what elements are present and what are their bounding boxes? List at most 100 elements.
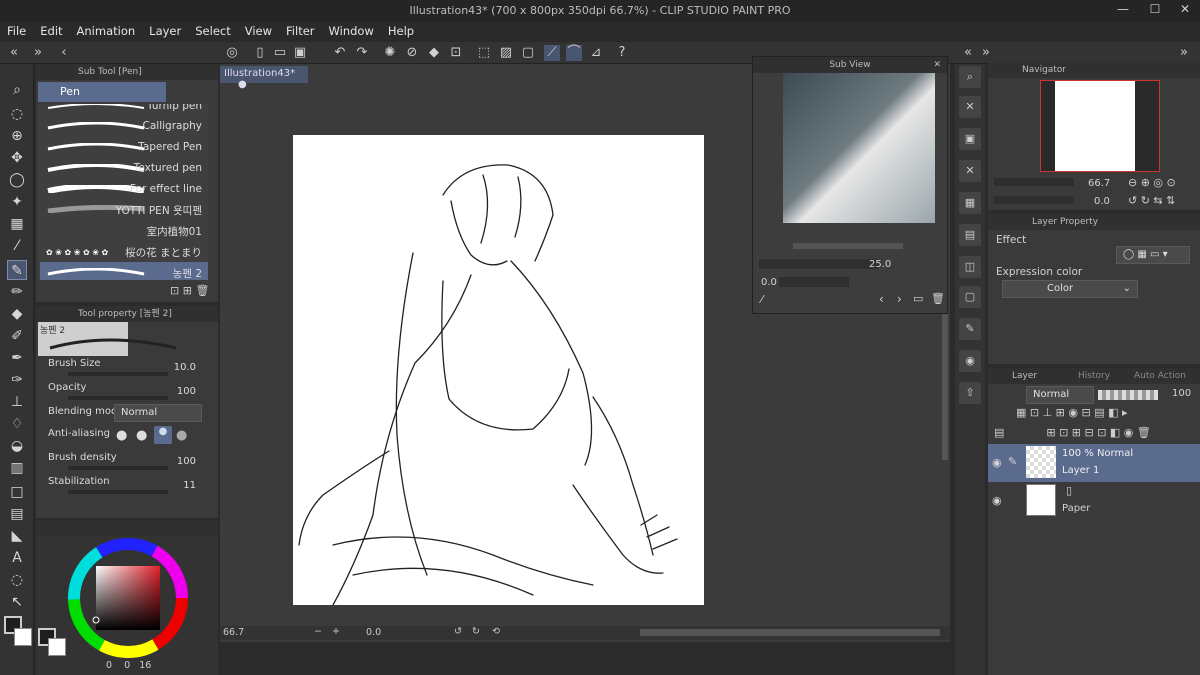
layer-opacity-value[interactable]: 100 [1172, 388, 1191, 399]
tab-history[interactable]: History [1078, 368, 1110, 384]
stabilization-value[interactable]: 11 [183, 480, 196, 491]
save-icon[interactable]: ▣ [292, 45, 308, 61]
material-icon[interactable]: ✕ [959, 96, 981, 118]
menu-layer[interactable]: Layer [142, 22, 188, 38]
close-tab-icon[interactable]: ● [238, 79, 247, 90]
airbrush-tool-icon[interactable]: ✒ [7, 348, 27, 368]
layer-blend-mode-select[interactable]: Normal [1026, 386, 1094, 404]
opacity-row[interactable]: Opacity 100 [48, 382, 214, 404]
brush-effect-line[interactable]: For effect line [40, 179, 208, 199]
menu-filter[interactable]: Filter [279, 22, 321, 38]
navigator-rotation-slider[interactable] [994, 196, 1074, 204]
sub-color-swatch[interactable] [14, 628, 32, 646]
operation-tool-icon[interactable]: ◌ [7, 104, 27, 124]
panel-sub-color[interactable] [48, 638, 66, 656]
brush-tool-icon[interactable]: ✐ [7, 326, 27, 346]
navigator-preview[interactable] [1040, 80, 1160, 172]
stabilization-row[interactable]: Stabilization 11 [48, 476, 214, 498]
rotation-angle[interactable]: 0.0 [366, 627, 381, 638]
frame-tool-icon[interactable]: ▤ [7, 504, 27, 524]
zoom-out-icon[interactable]: − [314, 626, 322, 637]
sub-view-rotation-value[interactable]: 0.0 [761, 277, 777, 288]
lasso-icon[interactable]: ◯ [7, 170, 27, 190]
brush-size-value[interactable]: 10.0 [174, 362, 196, 373]
material-camera-icon[interactable]: ◉ [959, 350, 981, 372]
brush-calligraphy[interactable]: Calligraphy [40, 116, 208, 136]
brush-tapered-pen[interactable]: Tapered Pen [40, 137, 208, 157]
navigator-zoom-value[interactable]: 66.7 [1088, 178, 1110, 189]
sub-view-delete-icon[interactable]: 🗑 [931, 292, 945, 305]
sub-view-zoom-slider[interactable] [759, 259, 879, 269]
menu-help[interactable]: Help [381, 22, 421, 38]
material-export-icon[interactable]: ⇧ [959, 382, 981, 404]
layer-toolbar-row1[interactable]: ▦ ⊡ ⊥ ⊞ ◉ ⊟ ▤ ◧ ▸ [1016, 406, 1196, 420]
sub-view-next-icon[interactable]: › [897, 292, 902, 306]
layer-name[interactable]: Layer 1 [1062, 465, 1099, 476]
clear-icon[interactable]: ⊘ [404, 45, 420, 61]
brush-list[interactable]: Turnip pen Calligraphy Tapered Pen Textu… [38, 104, 208, 280]
layer-name[interactable]: Paper [1062, 503, 1090, 514]
material-tone-icon[interactable]: ▦ [959, 192, 981, 214]
material-pattern-icon[interactable]: ▤ [959, 224, 981, 246]
copy-subtool-icon[interactable]: ⊡ [170, 284, 179, 297]
tab-layer[interactable]: Layer [1012, 368, 1037, 384]
clip-studio-icon[interactable]: ◎ [224, 45, 240, 61]
expand-icon[interactable]: » [30, 45, 46, 61]
navigator-zoom-buttons[interactable]: ⊖ ⊕ ◎ ⊙ [1128, 176, 1176, 189]
fill-tool-icon[interactable]: ◒ [7, 436, 27, 456]
chevron-left-icon[interactable]: ‹ [56, 45, 72, 61]
document-tab[interactable]: Illustration43* ● [220, 66, 308, 90]
anti-aliasing-medium-icon[interactable]: ● [154, 426, 172, 444]
rotate-left-icon[interactable]: ↺ [454, 626, 462, 637]
help-icon[interactable]: ? [614, 45, 630, 61]
sub-view-close-icon[interactable]: ✕ [933, 57, 941, 73]
brush-turnip-pen[interactable]: Turnip pen [40, 104, 208, 116]
undo-icon[interactable]: ↶ [332, 45, 348, 61]
sub-view-eyedropper-icon[interactable]: ⁄ [761, 293, 763, 306]
reference-image[interactable] [783, 73, 935, 223]
tab-auto-action[interactable]: Auto Action [1134, 368, 1186, 384]
menu-window[interactable]: Window [322, 22, 381, 38]
maximize-button[interactable]: ☐ [1140, 2, 1170, 20]
sub-view-prev-icon[interactable]: ‹ [879, 292, 884, 306]
blend-tool-icon[interactable]: ♢ [7, 414, 27, 434]
subtool-group-pen[interactable]: Pen [38, 82, 166, 102]
brush-size-row[interactable]: Brush Size 10.0 [48, 358, 214, 380]
color-wheel[interactable] [66, 536, 190, 660]
canvas-horizontal-scrollbar[interactable] [640, 629, 940, 636]
crop-icon[interactable]: ▢ [520, 45, 536, 61]
sub-view-zoom-value[interactable]: 25.0 [869, 259, 891, 270]
transform-icon[interactable]: ⊡ [448, 45, 464, 61]
minimize-button[interactable]: — [1108, 2, 1138, 20]
menu-view[interactable]: View [238, 22, 279, 38]
magic-wand-icon[interactable]: ✦ [7, 192, 27, 212]
delete-subtool-icon[interactable]: 🗑 [195, 284, 209, 297]
material-image-icon[interactable]: ◫ [959, 256, 981, 278]
pen-tool-icon[interactable]: ✎ [7, 260, 27, 280]
selection-pen-icon[interactable]: ▦ [7, 214, 27, 234]
deselect-icon[interactable]: ⬚ [476, 45, 492, 61]
invert-selection-icon[interactable]: ▨ [498, 45, 514, 61]
menu-animation[interactable]: Animation [70, 22, 143, 38]
visibility-eye-icon[interactable]: ◉ [992, 456, 1002, 469]
sub-view-import-icon[interactable]: ▭ [913, 292, 923, 305]
anti-aliasing-strong-icon[interactable]: ● [176, 428, 187, 443]
collapse-right-icon[interactable]: « [960, 45, 976, 61]
new-file-icon[interactable]: ▯ [252, 45, 268, 61]
stamp-tool-icon[interactable]: ⊥ [7, 392, 27, 412]
navigator-rotate-buttons[interactable]: ↺ ↻ ⇆ ⇅ [1128, 194, 1175, 207]
eraser-tool-icon[interactable]: ◆ [7, 304, 27, 324]
brush-yotti-pen[interactable]: YOTTI PEN 욧띠펜 [40, 199, 208, 219]
material-3d-icon[interactable]: ▢ [959, 286, 981, 308]
snap-special-ruler-icon[interactable]: ⌒ [566, 45, 582, 61]
add-subtool-icon[interactable]: ⊞ [183, 284, 192, 297]
navigator-zoom-slider[interactable] [994, 178, 1074, 186]
collapse-left-icon[interactable]: « [6, 45, 22, 61]
zoom-level[interactable]: 66.7 [223, 627, 244, 638]
zoom-in-icon[interactable]: + [332, 626, 340, 637]
decoration-tool-icon[interactable]: ✑ [7, 370, 27, 390]
brush-density-value[interactable]: 100 [177, 456, 196, 467]
rotate-right-icon[interactable]: ↻ [472, 626, 480, 637]
layer-opacity-slider[interactable] [1098, 390, 1158, 400]
sub-view-rotation-slider[interactable] [779, 277, 849, 287]
